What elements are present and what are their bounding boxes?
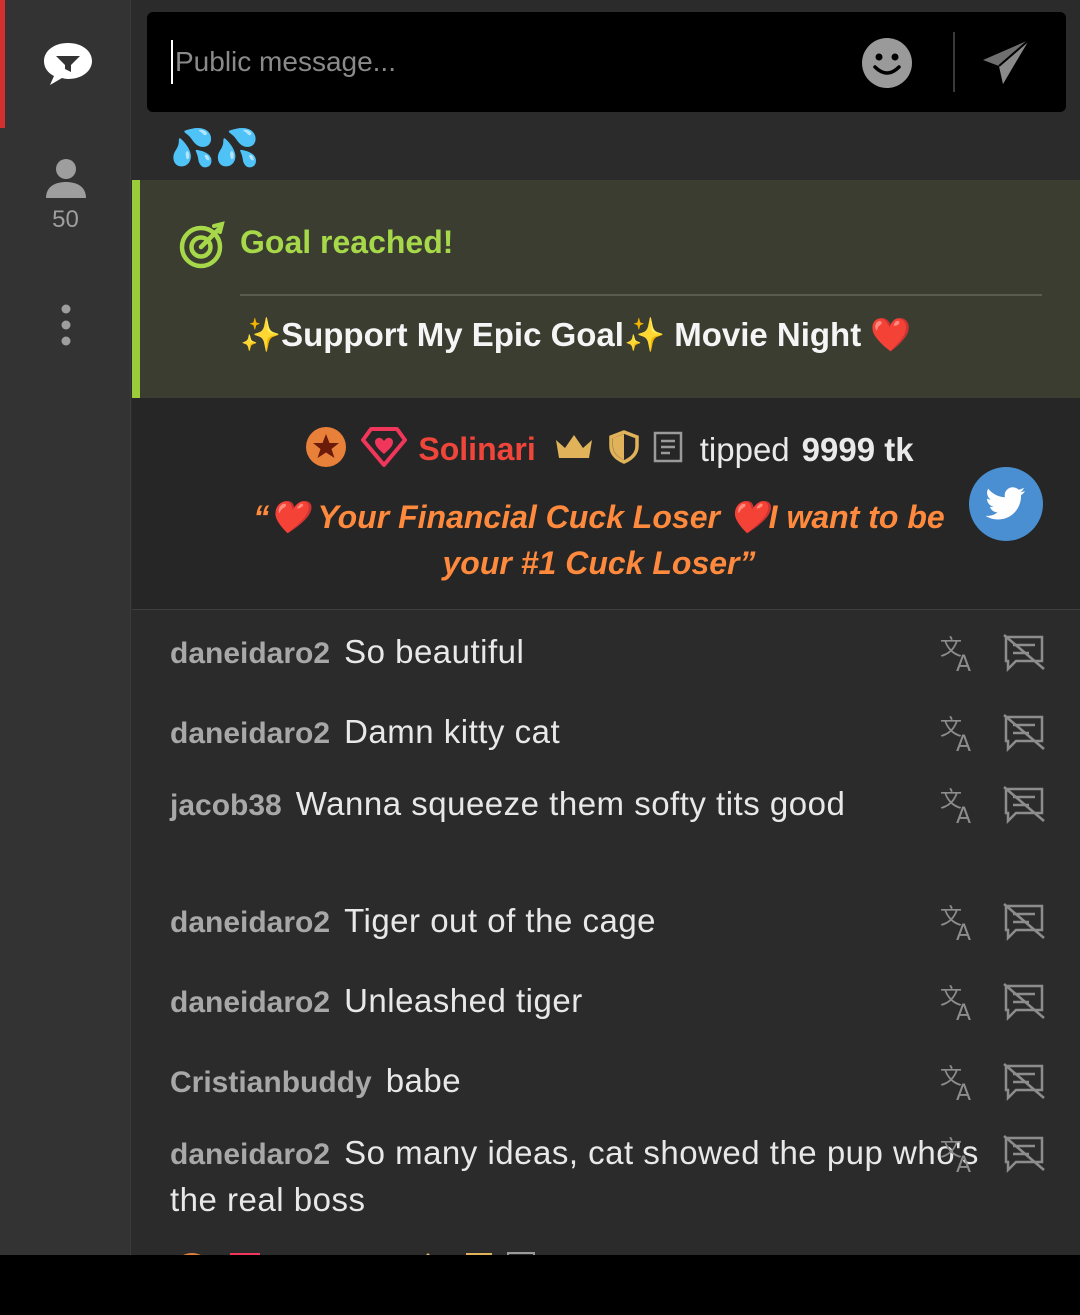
chat-app: 50 Public message... 💦💦 Goal reached! ✨S…	[0, 0, 1080, 1255]
svg-text:A: A	[956, 921, 971, 942]
tip-username[interactable]: Solinari	[418, 431, 535, 468]
emoji-message: 💦💦	[170, 127, 260, 168]
message-actions: 文A	[940, 1062, 1050, 1102]
svg-text:A: A	[956, 652, 971, 673]
smiley-icon	[862, 38, 912, 88]
goal-notification: Goal reached! ✨Support My Epic Goal✨ Mov…	[132, 180, 1080, 398]
tip-message: “❤️ Your Financial Cuck Loser ❤️I want t…	[253, 499, 945, 581]
message-text: babe	[385, 1062, 462, 1099]
message-text: Damn kitty cat	[344, 713, 561, 750]
message-actions: 文A	[940, 633, 1050, 673]
crown-icon	[553, 432, 595, 467]
svg-text:A: A	[956, 1081, 971, 1102]
translate-icon[interactable]: 文A	[940, 713, 980, 753]
goal-divider	[240, 294, 1042, 296]
translate-icon[interactable]: 文A	[940, 1134, 980, 1174]
comment-off-icon[interactable]	[1002, 902, 1046, 942]
message-username[interactable]: daneidaro2	[170, 986, 330, 1019]
goal-description: ✨Support My Epic Goal✨ Movie Night ❤️	[240, 316, 912, 353]
star-badge-icon	[305, 426, 347, 473]
message-username[interactable]: daneidaro2	[170, 1138, 330, 1171]
partial-tip-row	[170, 1248, 1050, 1255]
send-icon	[983, 39, 1030, 84]
chat-message: daneidaro2 Tiger out of the cage	[170, 898, 1030, 945]
translate-icon[interactable]: 文A	[940, 633, 980, 673]
emoji-button[interactable]	[861, 37, 913, 89]
message-username[interactable]: daneidaro2	[170, 906, 330, 939]
translate-icon[interactable]: 文A	[940, 982, 980, 1022]
chat-feed[interactable]: 💦💦 Goal reached! ✨Support My Epic Goal✨ …	[132, 128, 1080, 1255]
comment-off-icon[interactable]	[1002, 713, 1046, 753]
diamond-heart-badge-icon	[361, 426, 408, 473]
send-button[interactable]	[979, 34, 1035, 90]
composer-bar	[131, 0, 1080, 128]
notes-icon	[653, 431, 683, 468]
shield-icon	[609, 430, 639, 469]
message-actions: 文A	[940, 902, 1050, 942]
comment-off-icon[interactable]	[1002, 633, 1046, 673]
chat-message: daneidaro2 Damn kitty cat	[170, 709, 1030, 756]
tip-header: Solinari tipped 9999 tk	[132, 426, 1080, 473]
public-message-input[interactable]	[171, 40, 831, 84]
chat-message: daneidaro2 So many ideas, cat showed the …	[170, 1130, 1030, 1222]
comment-off-icon[interactable]	[1002, 982, 1046, 1022]
comment-off-icon[interactable]	[1002, 785, 1046, 825]
svg-text:A: A	[956, 732, 971, 753]
translate-icon[interactable]: 文A	[940, 785, 980, 825]
tab-users[interactable]: 50	[0, 140, 131, 250]
message-actions: 文A	[940, 713, 1050, 753]
composer	[147, 12, 1066, 112]
message-actions: 文A	[940, 1134, 1050, 1174]
tip-notification: Solinari tipped 9999 tk “❤️ Your Financi…	[132, 398, 1080, 610]
message-username[interactable]: daneidaro2	[170, 637, 330, 670]
more-menu-button[interactable]	[0, 290, 131, 360]
message-username[interactable]: jacob38	[170, 789, 282, 822]
message-text: Wanna squeeze them softy tits good	[295, 785, 846, 822]
message-actions: 文A	[940, 982, 1050, 1022]
message-text: So beautiful	[344, 633, 525, 670]
tip-amount: 9999 tk	[801, 430, 914, 468]
chat-message: daneidaro2 So beautiful	[170, 629, 1030, 676]
sidebar: 50	[0, 0, 131, 1255]
tip-verb: tipped	[699, 430, 790, 468]
translate-icon[interactable]: 文A	[940, 1062, 980, 1102]
comment-off-icon[interactable]	[1002, 1062, 1046, 1102]
message-username[interactable]: daneidaro2	[170, 717, 330, 750]
chat-message: daneidaro2 Unleashed tiger	[170, 978, 1030, 1025]
message-username[interactable]: Cristianbuddy	[170, 1066, 372, 1099]
message-text: Tiger out of the cage	[344, 902, 657, 939]
bottom-black-bar	[0, 1255, 1080, 1315]
twitter-share-button[interactable]	[969, 467, 1043, 541]
translate-icon[interactable]: 文A	[940, 902, 980, 942]
chat-message: Cristianbuddy babe	[170, 1058, 1030, 1105]
more-vertical-icon	[61, 304, 70, 346]
message-actions: 文A	[940, 785, 1050, 825]
user-count: 50	[52, 206, 79, 233]
chat-bubble-icon	[44, 43, 92, 85]
svg-text:A: A	[956, 1001, 971, 1022]
message-text: Unleashed tiger	[344, 982, 583, 1019]
person-icon	[45, 159, 86, 198]
comment-off-icon[interactable]	[1002, 1134, 1046, 1174]
svg-text:A: A	[956, 1153, 971, 1174]
composer-divider	[953, 32, 955, 92]
twitter-icon	[986, 487, 1025, 520]
svg-text:A: A	[956, 804, 971, 825]
tab-chat[interactable]	[0, 0, 131, 128]
goal-title: Goal reached!	[240, 224, 454, 260]
chat-message: jacob38 Wanna squeeze them softy tits goo…	[170, 781, 1030, 828]
target-icon	[179, 221, 225, 269]
